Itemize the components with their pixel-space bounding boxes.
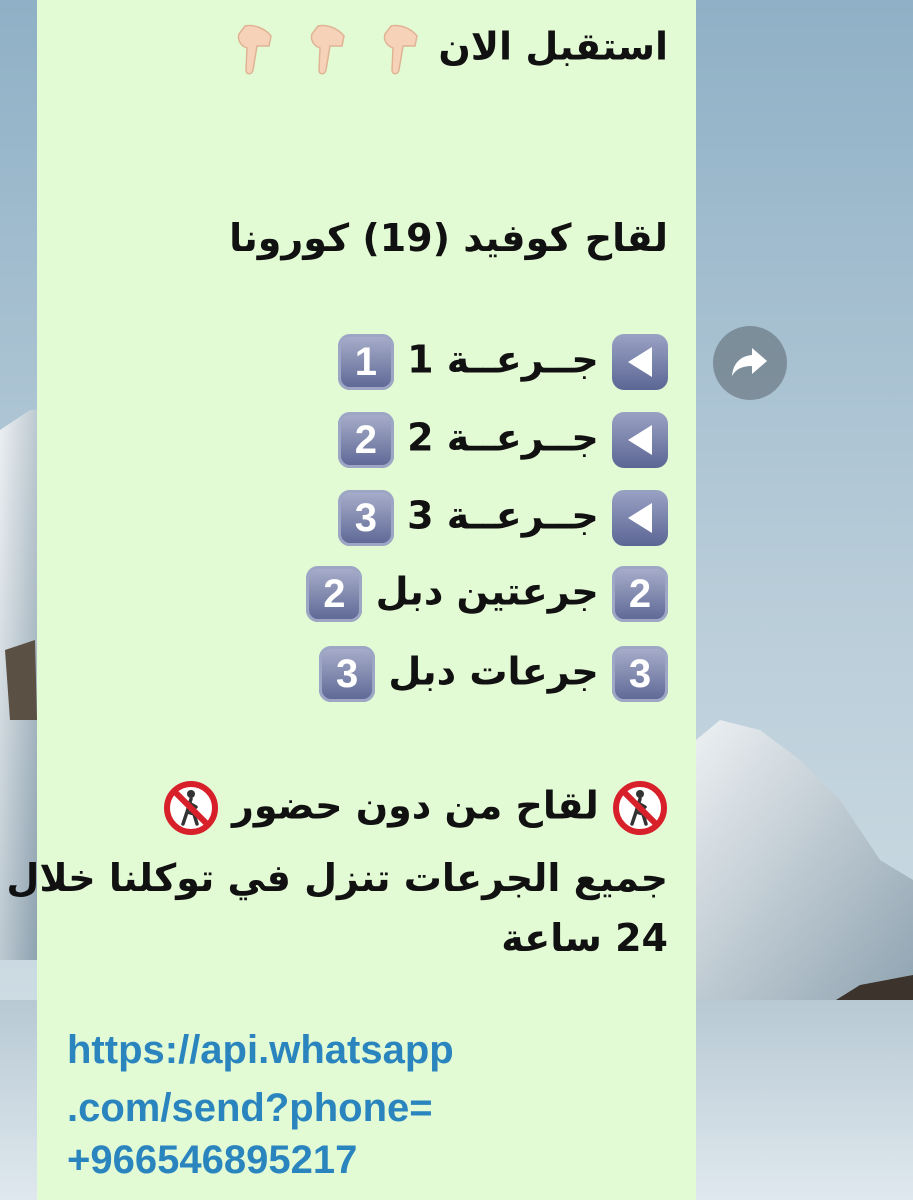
message-line-info: 24 ساعة	[501, 916, 668, 960]
whatsapp-link[interactable]: .com/send?phone=	[67, 1082, 433, 1135]
no-pedestrians-icon	[612, 780, 668, 836]
whatsapp-link[interactable]: https://api.whatsapp	[67, 1024, 454, 1077]
double-dose-item: 3 جرعات دبل 3	[319, 646, 668, 702]
dose-label: جــرعــة 1	[407, 337, 599, 382]
keycap-icon: 3	[319, 646, 376, 702]
message-bubble[interactable]: استقبل الان لقاح كوفيد (19) كورونا جــرع…	[6, 0, 696, 1200]
no-attendance-text: لقاح من دون حضور	[231, 783, 599, 828]
pointing-down-icon	[292, 22, 352, 76]
forward-button[interactable]	[713, 326, 787, 400]
keycap-icon: 3	[337, 490, 394, 546]
dose-item: جــرعــة 3 3	[337, 490, 668, 546]
double-dose-label: جرعات دبل	[388, 649, 599, 694]
reverse-play-icon	[612, 412, 668, 468]
whatsapp-link[interactable]: +966546895217	[67, 1134, 357, 1187]
dose-item: جــرعــة 2 2	[337, 412, 668, 468]
keycap-icon: 3	[612, 646, 668, 702]
message-line-no-attendance: لقاح من دون حضور	[163, 780, 668, 836]
no-pedestrians-icon	[163, 780, 219, 836]
dose-label: جــرعــة 2	[407, 415, 599, 460]
pointing-down-icon	[219, 22, 279, 76]
keycap-icon: 2	[612, 566, 668, 622]
message-line-info: جميع الجرعات تنزل في توكلنا خلال	[6, 856, 668, 900]
forward-share-icon	[730, 344, 770, 382]
dose-label: جــرعــة 3	[407, 493, 599, 538]
reverse-play-icon	[612, 490, 668, 546]
message-line1-text: استقبل الان	[438, 24, 668, 69]
keycap-icon: 2	[337, 412, 394, 468]
pointing-down-icon	[365, 22, 425, 76]
dose-item: جــرعــة 1 1	[337, 334, 668, 390]
keycap-icon: 1	[337, 334, 394, 390]
message-line-receive-now: استقبل الان	[219, 22, 668, 76]
double-dose-label: جرعتين دبل	[375, 569, 599, 614]
double-dose-item: 2 جرعتين دبل 2	[306, 566, 668, 622]
keycap-icon: 2	[306, 566, 363, 622]
message-line-vaccine-title: لقاح كوفيد (19) كورونا	[229, 216, 668, 260]
reverse-play-icon	[612, 334, 668, 390]
